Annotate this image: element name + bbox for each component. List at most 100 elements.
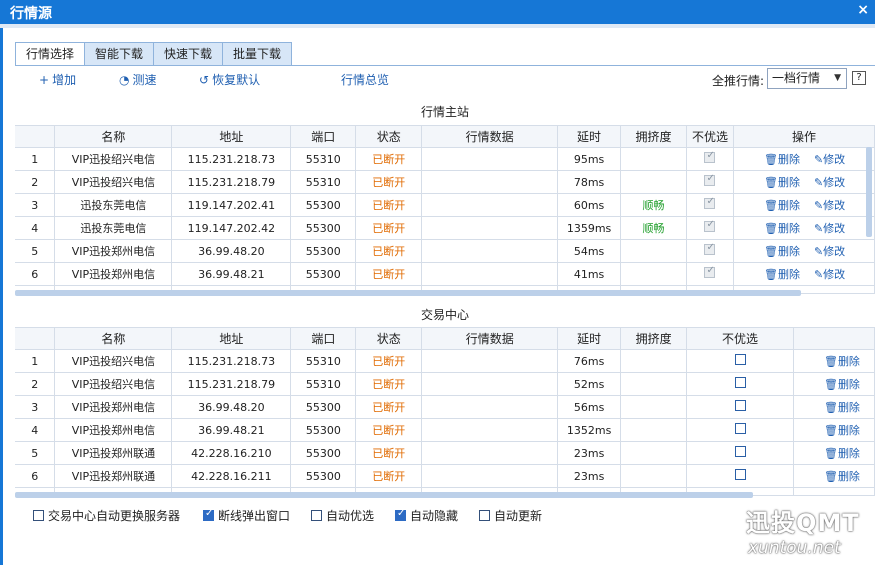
- add-button[interactable]: + 增加: [39, 71, 76, 88]
- no-prefer-checkbox[interactable]: [704, 150, 716, 163]
- table-row[interactable]: 1VIP迅投绍兴电信115.231.218.7355310已断开 95ms 🗑删除 ✎…: [15, 147, 875, 171]
- reset-default-button[interactable]: ↺ 恢复默认: [199, 71, 260, 88]
- col-market-data[interactable]: 行情数据: [421, 327, 559, 350]
- delete-label: 删除: [837, 424, 860, 437]
- server-delay: 41ms: [557, 262, 622, 286]
- no-prefer-checkbox[interactable]: [734, 446, 746, 457]
- edit-button[interactable]: ✎修改: [814, 199, 845, 212]
- option-checkbox[interactable]: [203, 508, 214, 521]
- delete-label: 删除: [837, 378, 860, 391]
- col-market-data[interactable]: 行情数据: [421, 125, 559, 148]
- window-left-edge: [0, 28, 3, 565]
- trade-horizontal-scrollbar[interactable]: [15, 492, 753, 498]
- edit-button[interactable]: ✎修改: [814, 245, 845, 258]
- col-delay[interactable]: 延时: [557, 327, 622, 350]
- table-row[interactable]: 4迅投东莞电信119.147.202.4255300已断开 1359ms顺畅 🗑删除…: [15, 216, 875, 240]
- table-row[interactable]: 5 VIP迅投郑州联通 42.228.16.210 55300 已断开 23ms 🗑删除: [15, 441, 875, 465]
- col-status[interactable]: 状态: [355, 327, 423, 350]
- table-row[interactable]: 3 VIP迅投郑州电信 36.99.48.20 55300 已断开 56ms 🗑删除: [15, 395, 875, 419]
- option-3[interactable]: 自动隐藏: [395, 507, 458, 524]
- option-checkbox[interactable]: [311, 510, 322, 521]
- col-port[interactable]: 端口: [290, 327, 357, 350]
- tab-batch-download[interactable]: 批量下载: [223, 42, 293, 66]
- no-prefer-checkbox[interactable]: [734, 423, 746, 434]
- option-checkbox[interactable]: [33, 510, 44, 521]
- edit-icon: ✎: [813, 199, 824, 212]
- market-horizontal-scrollbar[interactable]: [15, 290, 801, 296]
- option-2[interactable]: 自动优选: [311, 507, 374, 524]
- edit-button[interactable]: ✎修改: [814, 268, 845, 281]
- no-prefer-checkbox[interactable]: [734, 377, 746, 388]
- col-no-prefer[interactable]: 不优选: [686, 327, 794, 350]
- edit-label: 修改: [823, 199, 846, 212]
- no-prefer-checkbox[interactable]: [704, 173, 716, 186]
- option-4[interactable]: 自动更新: [479, 507, 542, 524]
- delete-button[interactable]: 🗑删除: [824, 378, 860, 391]
- delete-button[interactable]: 🗑删除: [764, 268, 800, 281]
- no-prefer-cell: [686, 441, 794, 465]
- table-row[interactable]: 6VIP迅投郑州电信36.99.48.2155300已断开 41ms 🗑删除 ✎修改: [15, 262, 875, 286]
- col-status[interactable]: 状态: [355, 125, 423, 148]
- col-address[interactable]: 地址: [171, 125, 292, 148]
- tab-quick-download[interactable]: 快速下载: [154, 42, 224, 66]
- table-row[interactable]: 6 VIP迅投郑州联通 42.228.16.211 55300 已断开 23ms 🗑删除: [15, 464, 875, 488]
- table-row[interactable]: 3迅投东莞电信119.147.202.4155300已断开 60ms顺畅 🗑删除 ✎修…: [15, 193, 875, 217]
- option-1[interactable]: 断线弹出窗口: [203, 507, 290, 524]
- server-port: 55300: [290, 216, 357, 240]
- col-port[interactable]: 端口: [290, 125, 357, 148]
- table-row[interactable]: 4 VIP迅投郑州电信 36.99.48.21 55300 已断开 1352ms 🗑删除: [15, 418, 875, 442]
- delete-button[interactable]: 🗑删除: [764, 153, 800, 166]
- delete-button[interactable]: 🗑删除: [764, 245, 800, 258]
- delete-button[interactable]: 🗑删除: [824, 424, 860, 437]
- delete-label: 删除: [777, 153, 800, 166]
- speed-test-button[interactable]: ◔ 测速: [119, 71, 157, 88]
- delete-button[interactable]: 🗑删除: [824, 447, 860, 460]
- table-row[interactable]: 1 VIP迅投绍兴电信 115.231.218.73 55310 已断开 76ms 🗑删除: [15, 349, 875, 373]
- tab-market-select[interactable]: 行情选择: [15, 42, 86, 66]
- col-address[interactable]: 地址: [171, 327, 292, 350]
- edit-button[interactable]: ✎修改: [814, 222, 845, 235]
- no-prefer-checkbox[interactable]: [734, 354, 746, 365]
- server-status: 已断开: [355, 193, 423, 217]
- no-prefer-checkbox[interactable]: [704, 219, 716, 232]
- market-data-cell: [421, 395, 559, 419]
- push-filter-select[interactable]: 一档行情 ▼: [767, 68, 847, 89]
- no-prefer-checkbox[interactable]: [734, 469, 746, 480]
- col-no-prefer[interactable]: 不优选: [686, 125, 734, 148]
- table-row[interactable]: 2VIP迅投绍兴电信115.231.218.7955310已断开 78ms 🗑删除 ✎…: [15, 170, 875, 194]
- help-icon[interactable]: ?: [852, 71, 866, 85]
- delete-button[interactable]: 🗑删除: [824, 401, 860, 414]
- no-prefer-checkbox[interactable]: [704, 265, 716, 278]
- trash-icon: 🗑: [763, 153, 778, 166]
- col-crowd[interactable]: 拥挤度: [620, 125, 687, 148]
- server-status: 已断开: [355, 464, 423, 488]
- table-row[interactable]: 2 VIP迅投绍兴电信 115.231.218.79 55310 已断开 52ms 🗑删除: [15, 372, 875, 396]
- option-label: 断线弹出窗口: [218, 509, 291, 523]
- market-vertical-scrollbar[interactable]: [866, 147, 872, 237]
- actions-cell: 🗑删除 ✎修改: [733, 193, 875, 217]
- close-icon[interactable]: ×: [857, 2, 869, 18]
- col-name[interactable]: 名称: [54, 125, 173, 148]
- market-data-cell: [421, 239, 559, 263]
- option-checkbox[interactable]: [395, 508, 406, 521]
- edit-button[interactable]: ✎修改: [814, 153, 845, 166]
- col-delay[interactable]: 延时: [557, 125, 622, 148]
- delete-button[interactable]: 🗑删除: [824, 470, 860, 483]
- col-crowd[interactable]: 拥挤度: [620, 327, 688, 350]
- edit-button[interactable]: ✎修改: [814, 176, 845, 189]
- no-prefer-checkbox[interactable]: [734, 400, 746, 411]
- option-checkbox[interactable]: [479, 510, 490, 521]
- no-prefer-checkbox[interactable]: [704, 242, 716, 255]
- tab-smart-download[interactable]: 智能下载: [85, 42, 155, 66]
- col-name[interactable]: 名称: [54, 327, 173, 350]
- option-label: 自动隐藏: [410, 509, 459, 523]
- no-prefer-checkbox[interactable]: [704, 196, 716, 209]
- delete-button[interactable]: 🗑删除: [824, 355, 860, 368]
- delete-button[interactable]: 🗑删除: [764, 222, 800, 235]
- option-0[interactable]: 交易中心自动更换服务器: [33, 507, 180, 524]
- market-summary-link[interactable]: 行情总览: [341, 71, 389, 88]
- col-actions: [793, 327, 875, 350]
- delete-button[interactable]: 🗑删除: [764, 176, 800, 189]
- table-row[interactable]: 5VIP迅投郑州电信36.99.48.2055300已断开 54ms 🗑删除 ✎修改: [15, 239, 875, 263]
- delete-button[interactable]: 🗑删除: [764, 199, 800, 212]
